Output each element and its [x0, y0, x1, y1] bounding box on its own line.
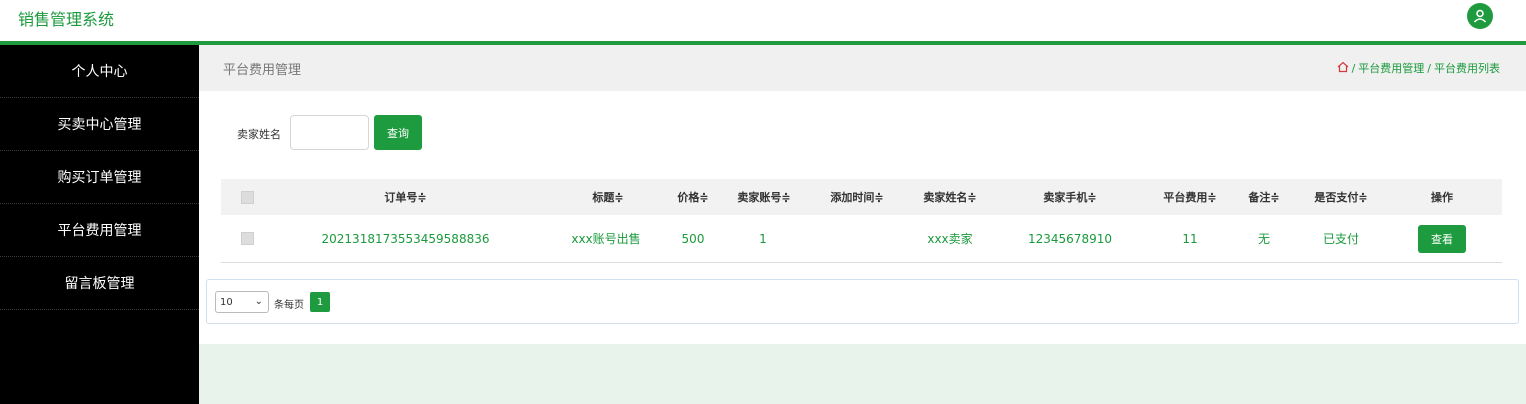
sidebar-item-label: 个人中心	[71, 64, 128, 80]
sidebar-item-message-board[interactable]: 留言板管理	[0, 257, 199, 310]
search-button[interactable]: 查询	[374, 115, 422, 150]
col-label: 备注	[1248, 191, 1271, 204]
cell-paid: 已支付	[1322, 232, 1359, 246]
top-bar: 销售管理系统	[0, 0, 1526, 41]
user-glyph	[1473, 9, 1487, 23]
col-platform-fee[interactable]: 平台费用 ≑	[1155, 179, 1225, 215]
sidebar-item-label: 平台费用管理	[57, 223, 142, 239]
cell-seller-name: xxx卖家	[927, 232, 973, 246]
sort-icon: ≑	[1358, 190, 1368, 204]
select-all-checkbox[interactable]	[233, 179, 261, 215]
page-title: 平台费用管理	[223, 63, 302, 78]
chevron-down-icon: ⌄	[254, 296, 263, 307]
user-icon[interactable]	[1467, 3, 1493, 29]
col-label: 卖家账号	[737, 191, 782, 204]
cell-added-time	[832, 215, 882, 262]
col-label: 卖家手机	[1043, 191, 1088, 204]
title-bar: 平台费用管理 / 平台费用管理 / 平台费用列表	[199, 45, 1526, 91]
sort-icon: ≑	[417, 190, 427, 204]
cell-title: xxx账号出售	[571, 232, 641, 246]
sidebar-item-trade-center[interactable]: 买卖中心管理	[0, 98, 199, 151]
col-note[interactable]: 备注 ≑	[1243, 179, 1285, 215]
sidebar-item-label: 购买订单管理	[57, 170, 142, 186]
col-label: 订单号	[384, 191, 418, 204]
col-label: 是否支付	[1314, 191, 1359, 204]
col-title[interactable]: 标题 ≑	[573, 179, 643, 215]
col-label: 添加时间	[830, 191, 875, 204]
breadcrumb-item[interactable]: 平台费用管理	[1358, 60, 1424, 76]
footer-band	[199, 344, 1526, 404]
seller-name-label: 卖家姓名	[237, 128, 281, 141]
col-label: 卖家姓名	[923, 191, 968, 204]
col-price[interactable]: 价格 ≑	[668, 179, 718, 215]
col-label: 价格	[677, 191, 700, 204]
cell-actions: 查看	[1418, 215, 1466, 262]
sidebar-item-platform-fees[interactable]: 平台费用管理	[0, 204, 199, 257]
col-paid[interactable]: 是否支付 ≑	[1305, 179, 1377, 215]
sort-icon: ≑	[699, 190, 709, 204]
sidebar-item-personal-center[interactable]: 个人中心	[0, 45, 199, 98]
sidebar-item-purchase-orders[interactable]: 购买订单管理	[0, 151, 199, 204]
col-label: 操作	[1431, 191, 1453, 204]
col-seller-phone[interactable]: 卖家手机 ≑	[1033, 179, 1107, 215]
page-size-value: 10	[220, 296, 233, 308]
sidebar-item-label: 留言板管理	[64, 276, 135, 292]
page-button-current[interactable]: 1	[310, 292, 330, 312]
row-checkbox[interactable]	[233, 215, 261, 262]
table-header: 订单号 ≑ 标题 ≑ 价格 ≑ 卖家账号 ≑ 添加时间 ≑ 卖家姓名 ≑ 卖家手机 ≑ 平台费…	[221, 179, 1502, 215]
page-size-select[interactable]: 10 ⌄	[215, 291, 269, 313]
col-label: 标题	[592, 191, 615, 204]
sort-icon: ≑	[1270, 190, 1280, 204]
breadcrumb: / 平台费用管理 / 平台费用列表	[1337, 60, 1500, 76]
breadcrumb-separator: /	[1351, 61, 1356, 75]
sort-icon: ≑	[781, 190, 791, 204]
sort-icon: ≑	[614, 190, 624, 204]
pagination: 10 ⌄ 条每页 1	[206, 279, 1519, 324]
fees-table: 订单号 ≑ 标题 ≑ 价格 ≑ 卖家账号 ≑ 添加时间 ≑ 卖家姓名 ≑ 卖家手机 ≑ 平台费…	[221, 179, 1502, 263]
table-row: 2021318173553459588836 xxx账号出售 500 1 xxx…	[221, 215, 1502, 263]
seller-name-input[interactable]	[290, 115, 369, 150]
cell-seller-phone: 12345678910	[1028, 231, 1112, 246]
home-icon[interactable]	[1337, 61, 1349, 76]
col-seller-account[interactable]: 卖家账号 ≑	[730, 179, 798, 215]
breadcrumb-separator: /	[1427, 61, 1431, 75]
col-label: 平台费用	[1163, 191, 1208, 204]
main-content: 平台费用管理 / 平台费用管理 / 平台费用列表 卖家姓名 查询 订单号 ≑ 标题…	[199, 45, 1526, 404]
cell-note: 无	[1257, 232, 1270, 246]
cell-order-no: 2021318173553459588836	[321, 231, 490, 246]
sidebar-item-label: 买卖中心管理	[57, 117, 142, 133]
breadcrumb-item[interactable]: 平台费用列表	[1434, 60, 1500, 76]
cell-platform-fee: 11	[1182, 231, 1198, 246]
sort-icon: ≑	[967, 190, 977, 204]
col-seller-name[interactable]: 卖家姓名 ≑	[915, 179, 985, 215]
sort-icon: ≑	[1207, 190, 1217, 204]
view-button[interactable]: 查看	[1418, 224, 1466, 253]
app-title: 销售管理系统	[18, 10, 115, 29]
cell-seller-account: 1	[759, 231, 767, 246]
sort-icon: ≑	[1087, 190, 1097, 204]
col-actions: 操作	[1417, 179, 1467, 215]
sort-icon: ≑	[874, 190, 884, 204]
cell-price: 500	[681, 231, 705, 246]
sidebar: 个人中心 买卖中心管理 购买订单管理 平台费用管理 留言板管理	[0, 45, 199, 404]
col-added-time[interactable]: 添加时间 ≑	[822, 179, 892, 215]
col-order-no[interactable]: 订单号 ≑	[333, 179, 478, 215]
per-page-label: 条每页	[274, 300, 304, 311]
